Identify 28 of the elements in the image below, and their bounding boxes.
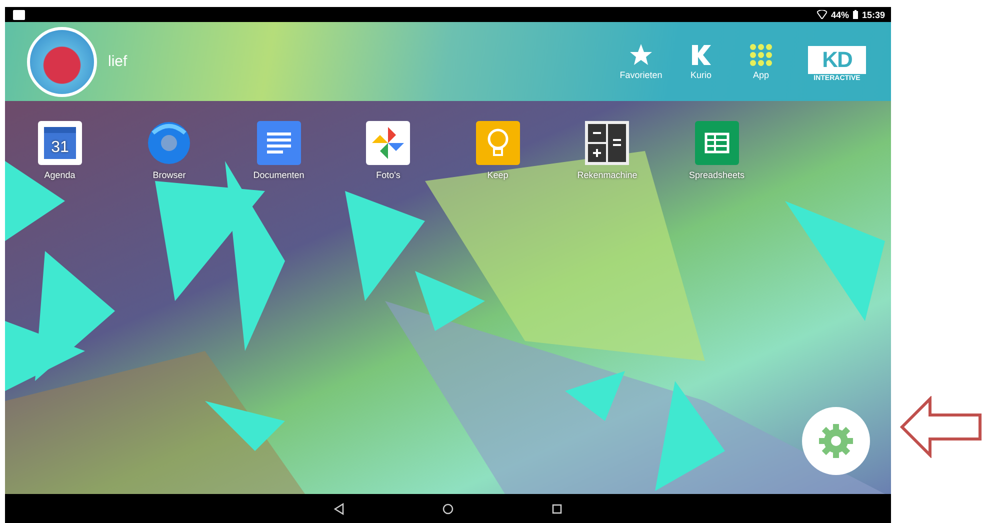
shortcut-button[interactable]: Favorieten — [611, 43, 671, 80]
battery-icon — [852, 10, 858, 19]
app-launcher[interactable]: Documenten — [224, 119, 334, 180]
app-launcher[interactable]: Browser — [114, 119, 224, 180]
shortcut-button[interactable]: App — [731, 43, 791, 80]
notification-icon — [13, 10, 25, 20]
app-launcher[interactable]: 31 Agenda — [5, 119, 114, 180]
calendar-icon: 31 — [36, 119, 84, 167]
letter-k-icon — [689, 43, 713, 67]
star-icon — [629, 43, 653, 67]
shortcut-button[interactable]: Kurio — [671, 43, 731, 80]
app-launcher[interactable]: Rekenmachine — [552, 119, 662, 180]
table-icon — [692, 119, 741, 167]
settings-icon — [816, 421, 856, 461]
wallpaper-shard — [565, 371, 625, 421]
battery-level: 44% — [830, 10, 849, 20]
user-name: lief — [108, 53, 128, 70]
wifi-icon — [816, 10, 827, 19]
app-launcher[interactable]: Foto's — [334, 119, 443, 180]
clock: 15:39 — [862, 10, 885, 20]
app-launcher[interactable]: Spreadsheets — [662, 119, 772, 180]
light-bulb-icon — [474, 119, 522, 167]
pinwheel-icon — [364, 119, 412, 167]
calculator-icon — [583, 119, 632, 167]
app-launcher[interactable]: Keep — [443, 119, 552, 180]
document-icon — [254, 119, 303, 167]
grid-icon — [749, 43, 773, 67]
logo: KD — [808, 46, 866, 74]
